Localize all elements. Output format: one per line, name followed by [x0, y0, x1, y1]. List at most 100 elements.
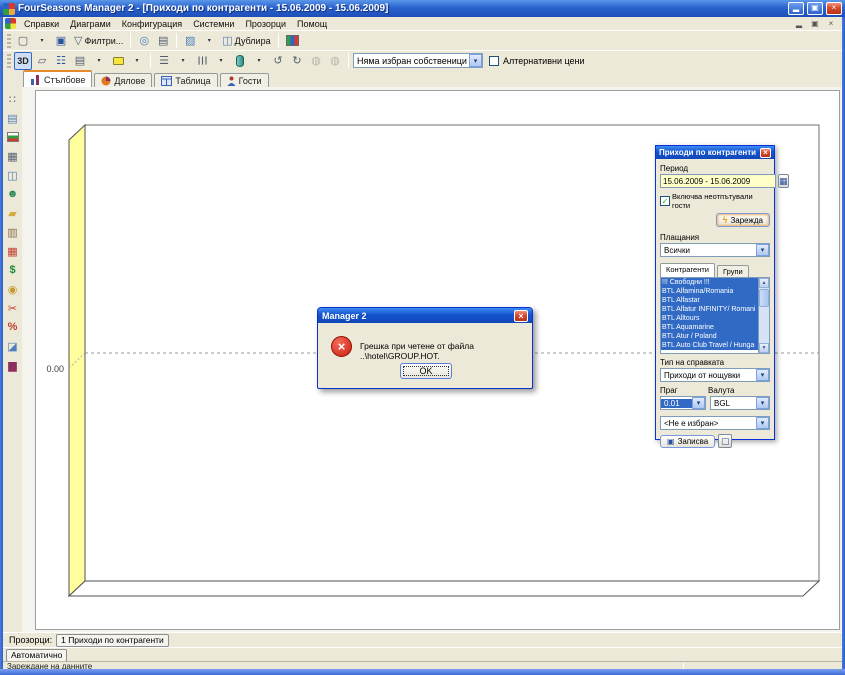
list-item[interactable]: BTL Alfatur INFINITY/ Romani [661, 305, 758, 314]
list-item[interactable]: !!! Свободни !!! [661, 278, 758, 287]
list-scrollbar[interactable]: ▲ ▼ [758, 278, 769, 353]
chart-button[interactable] [283, 32, 302, 50]
dropdown-arrow-icon[interactable]: ▾ [756, 369, 769, 381]
filter-panel-close-button[interactable]: × [760, 148, 771, 158]
zoom-out-button[interactable]: ◍ [307, 52, 325, 70]
series-style-dropdown[interactable]: ▾ [250, 52, 268, 70]
perspective-button[interactable]: ▱ [33, 52, 51, 70]
menu-item-reports[interactable]: Справки [19, 19, 64, 29]
currency-button[interactable]: ◉ [4, 280, 22, 298]
alt-prices-checkbox[interactable] [489, 56, 499, 66]
scrollbar-thumb[interactable] [759, 289, 769, 307]
calendar-picker-button[interactable]: ▦ [778, 174, 789, 188]
revenue-chart-button[interactable] [4, 128, 22, 146]
contragents-list[interactable]: !!! Свободни !!! BTL Alfamina/Romania BT… [660, 277, 770, 354]
legend-dropdown[interactable]: ▾ [90, 52, 108, 70]
filters-button[interactable]: ▽ Филтри... [71, 32, 126, 50]
new-report-dropdown[interactable]: ▾ [33, 32, 51, 50]
load-button[interactable]: ϟЗарежда [716, 213, 770, 227]
toolbar-grip[interactable] [7, 54, 11, 68]
window-tab-button[interactable]: 1 Приходи по контрагенти [56, 634, 169, 647]
close-button[interactable]: × [826, 2, 842, 15]
hgrid-dropdown[interactable]: ▾ [174, 52, 192, 70]
save-report-button[interactable]: ▣Записва [660, 435, 715, 448]
dropdown-arrow-icon[interactable]: ▾ [692, 397, 705, 409]
title-bar[interactable]: FourSeasons Manager 2 - [Приходи по конт… [0, 0, 845, 17]
tab-groups[interactable]: Групи [717, 265, 749, 277]
tab-pie[interactable]: Дялове [94, 73, 152, 87]
vgrid-button[interactable]: ☰ [193, 52, 211, 70]
period-input[interactable] [660, 174, 776, 188]
cash-register-button[interactable]: ▥ [4, 223, 22, 241]
dropdown-arrow-icon[interactable]: ▾ [756, 397, 769, 409]
occupancy-grid-button[interactable]: ▦ [4, 242, 22, 260]
toolbar-grip[interactable] [7, 34, 11, 48]
tab-table[interactable]: Таблица [154, 73, 217, 87]
transfer-button[interactable]: ◪ [4, 337, 22, 355]
mdi-restore-icon[interactable]: ▣ [809, 19, 821, 28]
point-labels-button[interactable]: ☷ [52, 52, 70, 70]
rotate-left-button[interactable]: ↺ [269, 52, 287, 70]
list-item[interactable]: BTL Auto Club Travel / Hunga [661, 341, 758, 350]
menu-item-windows[interactable]: Прозорци [240, 19, 291, 29]
menu-item-system[interactable]: Системни [188, 19, 239, 29]
menu-item-configuration[interactable]: Конфигурация [117, 19, 187, 29]
guests-button[interactable]: ☻ [4, 185, 22, 203]
save-button[interactable]: ▣ [52, 32, 70, 50]
owner-select[interactable]: Няма избран собственици ▾ [353, 53, 483, 68]
statistics-button[interactable]: ▆ [4, 356, 22, 374]
tab-bars[interactable]: Стълбове [23, 70, 92, 87]
scroll-down-icon[interactable]: ▼ [759, 343, 769, 353]
ok-button[interactable]: OK [400, 363, 452, 379]
hgrid-button[interactable]: ☰ [155, 52, 173, 70]
payments-select[interactable]: Всички ▾ [660, 243, 770, 257]
dropdown-arrow-icon[interactable]: ▾ [756, 417, 769, 429]
cascade-windows-button[interactable]: ∷ [4, 90, 22, 108]
threshold-select[interactable]: 0.01 ▾ [660, 396, 706, 410]
vgrid-dropdown[interactable]: ▾ [212, 52, 230, 70]
list-item[interactable]: BTL Atur / Poland [661, 332, 758, 341]
payments-button[interactable]: $ [4, 261, 22, 279]
new-report-button[interactable]: ▢ [14, 32, 32, 50]
list-item[interactable]: BTL Alfamina/Romania [661, 287, 758, 296]
list-item[interactable]: BTL Aquamarine [661, 323, 758, 332]
print-preview-button[interactable]: ◎ [135, 32, 153, 50]
calendar-button[interactable]: ▦ [4, 147, 22, 165]
copy-window-button[interactable]: ◫ [4, 166, 22, 184]
rotate-right-button[interactable]: ↻ [288, 52, 306, 70]
tab-contragents[interactable]: Контрагенти [660, 263, 715, 277]
currency-select[interactable]: BGL ▾ [710, 396, 770, 410]
duplicate-button[interactable]: ◫ Дублира [219, 32, 273, 50]
mdi-close-icon[interactable]: × [825, 19, 837, 28]
report-type-select[interactable]: Приходи от нощувки ▾ [660, 368, 770, 382]
series-style-button[interactable] [231, 52, 249, 70]
include-guests-checkbox[interactable]: ✓ [660, 196, 670, 206]
error-dialog-close-button[interactable]: × [514, 310, 528, 322]
zoom-in-button[interactable]: ◍ [326, 52, 344, 70]
minimize-button[interactable]: ▂ [788, 2, 804, 15]
labels-button[interactable] [109, 52, 127, 70]
print-button[interactable]: ▤ [154, 32, 172, 50]
copy-dropdown[interactable]: ▾ [200, 32, 218, 50]
error-dialog-titlebar[interactable]: Manager 2 × [318, 308, 532, 323]
mdi-minimize-icon[interactable]: ▂ [793, 19, 805, 28]
copy-button[interactable]: ▨ [181, 32, 199, 50]
scroll-up-icon[interactable]: ▲ [759, 278, 769, 288]
menu-item-help[interactable]: Помощ [292, 19, 332, 29]
legend-button[interactable]: ▤ [71, 52, 89, 70]
filter-panel-titlebar[interactable]: Приходи по контрагенти × [656, 146, 774, 159]
percent-button[interactable]: % [4, 318, 22, 336]
folder-button[interactable]: ▰ [4, 204, 22, 222]
discounts-button[interactable]: ✂ [4, 299, 22, 317]
automatic-button[interactable]: Автоматично [6, 649, 67, 662]
dropdown-arrow-icon[interactable]: ▾ [756, 244, 769, 256]
restore-button[interactable]: ▣ [807, 2, 823, 15]
extra-select[interactable]: <Не е избран> ▾ [660, 416, 770, 430]
list-item[interactable]: BTL Alfastar [661, 296, 758, 305]
list-item[interactable]: BTL Alltours [661, 314, 758, 323]
3d-toggle-button[interactable]: 3D [14, 52, 32, 70]
layout-button[interactable]: ▢ [718, 434, 732, 448]
labels-dropdown[interactable]: ▾ [128, 52, 146, 70]
dropdown-arrow-icon[interactable]: ▾ [469, 54, 482, 67]
export-button[interactable]: ▤ [4, 109, 22, 127]
